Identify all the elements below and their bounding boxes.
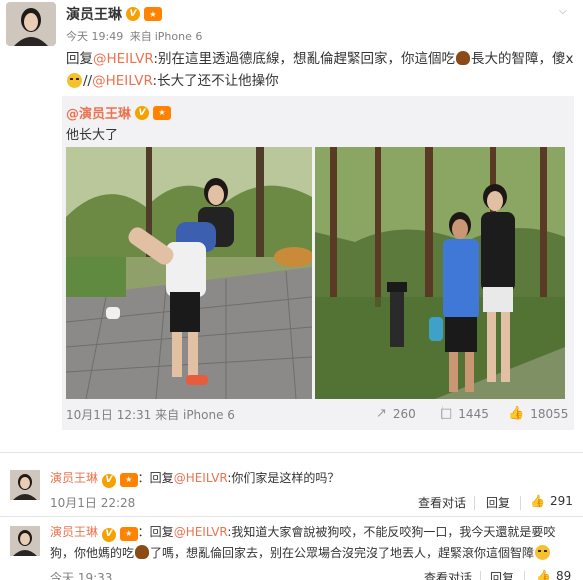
like-icon: 👍 xyxy=(508,406,525,421)
level-icon: ★ xyxy=(119,472,138,487)
comment-avatar[interactable] xyxy=(10,470,40,500)
repost-photo-2[interactable] xyxy=(315,147,565,399)
divider xyxy=(480,571,481,580)
chevron-down-icon[interactable]: ⌵ xyxy=(559,6,573,17)
level-icon: ★ xyxy=(153,105,172,120)
mention-link[interactable]: @HEILVR xyxy=(93,51,153,67)
reply-link[interactable]: 回复 xyxy=(490,569,514,580)
post-text: 回复@HEILVR:别在這里透過德底線，想亂倫趕緊回家，你這個吃 長大的智障，傻x… xyxy=(66,48,574,92)
reply-label: 回复 xyxy=(66,51,93,67)
like-icon: 👍 xyxy=(530,494,545,508)
comment-like-button[interactable]: 👍 89 xyxy=(536,569,571,580)
post-text-part: :长大了还不让他操你 xyxy=(152,73,279,89)
mention-link[interactable]: @HEILVR xyxy=(174,525,228,539)
comment-date: 10月1日 22:28 xyxy=(50,496,136,510)
author-name[interactable]: 演员王琳 xyxy=(66,4,122,24)
view-thread-link[interactable]: 查看对话 xyxy=(418,494,466,511)
comment-reply-label: ：回复 xyxy=(137,525,174,539)
repost-photo-1[interactable] xyxy=(66,147,312,399)
verified-icon: V xyxy=(101,473,116,488)
comment-count-button[interactable]: □ 1445 xyxy=(440,406,489,421)
comment-icon: □ xyxy=(440,406,453,421)
divider xyxy=(520,496,521,510)
mention-link[interactable]: @HEILVR xyxy=(92,73,152,89)
post-meta: 今天 19:49 来自 iPhone 6 xyxy=(66,28,205,44)
comment-author[interactable]: 演员王琳 xyxy=(50,525,98,539)
reply-link[interactable]: 回复 xyxy=(486,494,510,511)
comment-like-count: 291 xyxy=(549,494,573,508)
repost-count: 260 xyxy=(392,406,416,421)
comment-body: 演员王琳 V ★ ：回复@HEILVR:你们家是这样的吗？ xyxy=(50,468,339,489)
post-source[interactable]: iPhone 6 xyxy=(155,30,203,43)
repost-author-row: @演员王琳 V ★ xyxy=(66,103,172,122)
divider xyxy=(474,496,475,510)
poop-emoji-icon xyxy=(135,545,150,559)
post-text-part: :别在這里透過德底線，想亂倫趕緊回家，你這個吃 xyxy=(153,51,455,67)
comment-text: 狗，你他媽的吃 xyxy=(50,546,135,560)
verified-icon: V xyxy=(135,105,150,120)
repost-icon: ↗ xyxy=(376,406,387,421)
angry-emoji-icon xyxy=(67,73,82,88)
level-icon: ★ xyxy=(119,526,138,541)
comment-count: 1445 xyxy=(458,406,489,421)
like-icon: 👍 xyxy=(536,569,551,580)
comment-date: 今天 19:33 xyxy=(50,571,113,580)
author-avatar[interactable] xyxy=(6,2,56,46)
comment-avatar[interactable] xyxy=(10,526,40,556)
repost-count-button[interactable]: ↗ 260 xyxy=(376,406,416,421)
poop-emoji-icon xyxy=(455,51,470,65)
comment-body: 演员王琳 V ★ ：回复@HEILVR:我知道大家會說被狗咬，不能反咬狗一口，我今… xyxy=(50,522,576,564)
comment-text: 了嗎，想亂倫回家去，别在公眾場合沒完沒了地丟人，趕緊滾你這個智障 xyxy=(150,546,535,560)
post-time[interactable]: 今天 19:49 xyxy=(66,30,123,43)
like-count: 18055 xyxy=(530,406,569,421)
post-text-part: // xyxy=(83,73,93,89)
comment-text: :你们家是这样的吗？ xyxy=(227,471,340,485)
comment-text: :我知道大家會說被狗咬，不能反咬狗一口，我今天還就是要咬 xyxy=(227,525,556,539)
repost-date[interactable]: 10月1日 12:31 xyxy=(66,408,151,422)
post-source-prefix: 来自 xyxy=(129,30,152,43)
angry-emoji-icon xyxy=(535,545,551,560)
divider xyxy=(0,516,583,517)
post-text-part: 長大的智障，傻x xyxy=(470,51,574,67)
comment-author[interactable]: 演员王琳 xyxy=(50,471,98,485)
author-name-row: 演员王琳 V ★ xyxy=(66,4,162,24)
mention-link[interactable]: @HEILVR xyxy=(174,471,228,485)
repost-source[interactable]: iPhone 6 xyxy=(183,408,235,422)
repost-meta: 10月1日 12:31 来自 iPhone 6 xyxy=(66,406,235,423)
repost-text: 他长大了 xyxy=(66,128,119,143)
verified-icon: V xyxy=(101,527,116,542)
divider xyxy=(0,452,583,453)
comment-reply-label: ：回复 xyxy=(137,471,174,485)
repost-author[interactable]: @演员王琳 xyxy=(66,103,131,122)
divider xyxy=(524,571,525,580)
level-icon: ★ xyxy=(144,7,162,21)
like-count-button[interactable]: 👍 18055 xyxy=(508,406,568,421)
view-thread-link[interactable]: 查看对话 xyxy=(424,569,472,580)
verified-icon: V xyxy=(126,7,140,21)
repost-source-prefix: 来自 xyxy=(155,408,180,422)
comment-like-count: 89 xyxy=(555,569,572,580)
comment-like-button[interactable]: 👍 291 xyxy=(530,494,573,508)
